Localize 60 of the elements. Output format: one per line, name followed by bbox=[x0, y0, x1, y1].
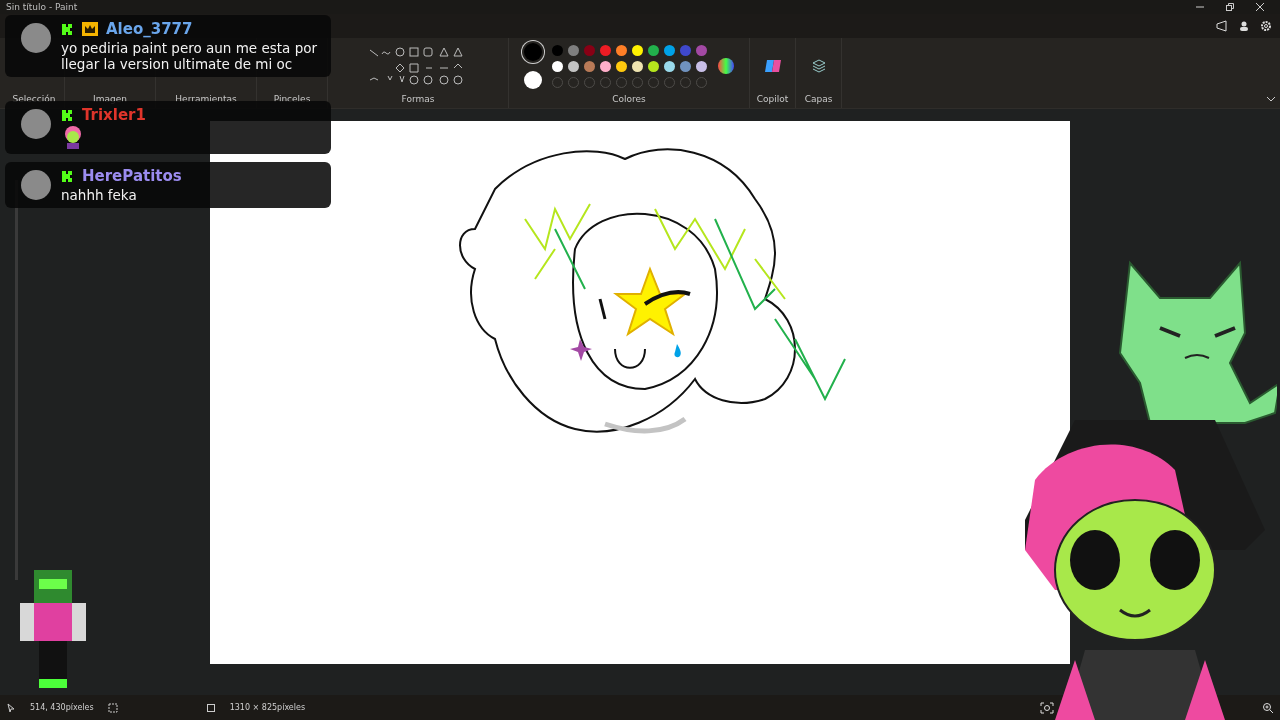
color-swatch[interactable] bbox=[679, 60, 691, 72]
chat-username: Aleo_3777 bbox=[106, 21, 193, 38]
color-swatch[interactable] bbox=[583, 44, 595, 56]
group-label: Pinceles bbox=[273, 94, 311, 104]
kick-badge-icon bbox=[61, 22, 74, 36]
color-swatch[interactable] bbox=[599, 44, 611, 56]
color-swatch[interactable] bbox=[631, 60, 643, 72]
color-swatch[interactable] bbox=[695, 60, 707, 72]
color-swatch[interactable] bbox=[663, 44, 675, 56]
canvas-size-icon bbox=[205, 702, 216, 713]
restore-icon[interactable] bbox=[1226, 3, 1234, 11]
color-swatch[interactable] bbox=[663, 60, 675, 72]
kick-badge-icon bbox=[61, 108, 74, 122]
color-swatch[interactable] bbox=[551, 60, 563, 72]
current-color-swatch[interactable] bbox=[523, 71, 542, 89]
avatar bbox=[21, 108, 51, 139]
screenshot-icon[interactable] bbox=[1040, 701, 1054, 714]
crown-badge-icon bbox=[82, 22, 98, 37]
chevron-down-icon[interactable] bbox=[1266, 96, 1276, 102]
chat-message-text: nahhh feka bbox=[61, 186, 138, 204]
close-icon[interactable] bbox=[1256, 3, 1264, 11]
layers-icon[interactable] bbox=[810, 58, 827, 74]
chat-message-text: yo pediria paint pero aun me esta por llegar la version ultimate de mi oc bbox=[61, 39, 318, 72]
color-swatch[interactable] bbox=[615, 60, 627, 72]
color-swatch[interactable] bbox=[551, 44, 563, 56]
group-label: Capas bbox=[804, 94, 833, 104]
color-swatch[interactable] bbox=[583, 60, 595, 72]
window-title: Sin título - Paint bbox=[6, 2, 78, 12]
color-swatch[interactable] bbox=[679, 44, 691, 56]
group-label: Copilot bbox=[756, 94, 789, 104]
zoom-in-icon[interactable] bbox=[1262, 701, 1274, 714]
group-label: Selección bbox=[12, 94, 56, 104]
chat-username: Trixler1 bbox=[82, 106, 146, 124]
copilot-icon[interactable] bbox=[763, 57, 782, 75]
group-label: Imagen bbox=[93, 94, 127, 104]
megaphone-icon[interactable] bbox=[1216, 20, 1228, 32]
color-wheel-icon[interactable] bbox=[716, 57, 735, 75]
chat-username: HerePatitos bbox=[82, 168, 182, 185]
minimize-icon[interactable] bbox=[1196, 3, 1204, 11]
pointer-icon bbox=[6, 702, 16, 713]
avatar bbox=[21, 170, 51, 201]
avatar bbox=[21, 23, 51, 53]
color-swatch[interactable] bbox=[631, 44, 643, 56]
settings-icon[interactable] bbox=[1260, 20, 1272, 32]
color-swatch[interactable] bbox=[695, 44, 707, 56]
color-swatch[interactable] bbox=[567, 60, 579, 72]
group-label: Herramientas bbox=[175, 94, 237, 104]
color-swatch[interactable] bbox=[647, 44, 659, 56]
color-swatch[interactable] bbox=[615, 44, 627, 56]
group-label: Formas bbox=[401, 94, 435, 104]
account-icon[interactable] bbox=[1238, 20, 1250, 32]
selection-size-icon bbox=[107, 702, 118, 713]
color-swatch[interactable] bbox=[647, 60, 659, 72]
canvas-size: 1310 × 825píxeles bbox=[229, 703, 306, 712]
current-color-swatch[interactable] bbox=[523, 43, 542, 61]
group-label: Colores bbox=[612, 94, 646, 104]
kick-badge-icon bbox=[61, 170, 74, 184]
color-swatch[interactable] bbox=[567, 44, 579, 56]
color-swatch[interactable] bbox=[599, 60, 611, 72]
cursor-position: 514, 430píxeles bbox=[30, 703, 94, 712]
